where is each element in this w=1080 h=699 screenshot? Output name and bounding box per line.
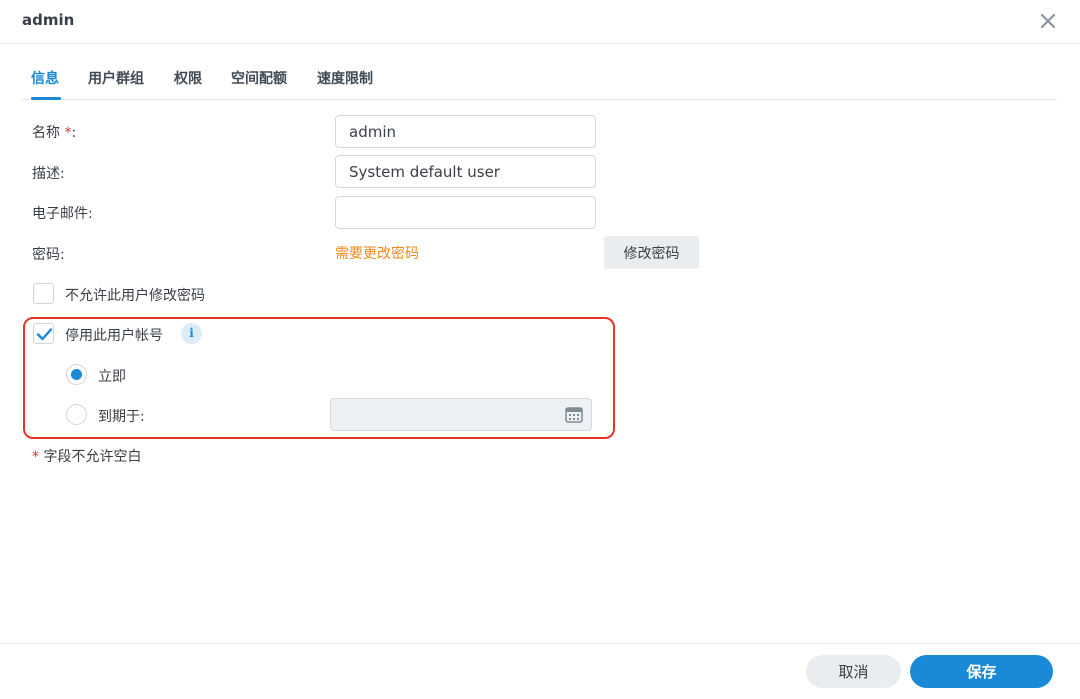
name-label: 名称 *:	[32, 125, 77, 141]
checkmark-icon	[36, 328, 53, 341]
change-password-button[interactable]: 修改密码	[604, 236, 699, 269]
close-icon[interactable]	[1036, 9, 1060, 33]
tab-quota[interactable]: 空间配额	[231, 68, 287, 88]
save-button[interactable]: 保存	[910, 655, 1053, 688]
tab-info[interactable]: 信息	[31, 68, 59, 88]
email-input[interactable]	[335, 196, 596, 229]
disallow-password-change-checkbox[interactable]	[33, 283, 54, 304]
window-title: admin	[22, 11, 75, 29]
email-label: 电子邮件:	[32, 206, 93, 222]
radio-immediately-label: 立即	[98, 369, 126, 385]
description-input[interactable]	[335, 155, 596, 188]
radio-expire-on[interactable]	[66, 404, 87, 425]
expiry-date-input[interactable]	[330, 398, 592, 431]
radio-immediately[interactable]	[66, 364, 87, 385]
tab-permissions[interactable]: 权限	[174, 68, 202, 88]
disable-account-checkbox[interactable]	[33, 323, 54, 344]
password-change-required-link[interactable]: 需要更改密码	[335, 243, 419, 263]
cancel-button[interactable]: 取消	[806, 655, 901, 688]
radio-expire-on-label: 到期于:	[98, 409, 145, 425]
calendar-icon[interactable]	[565, 406, 583, 424]
tab-user-groups[interactable]: 用户群组	[88, 68, 144, 88]
active-tab-indicator	[31, 97, 61, 100]
info-icon[interactable]: i	[181, 323, 202, 344]
description-label: 描述:	[32, 166, 65, 182]
tab-speed-limit[interactable]: 速度限制	[317, 68, 373, 88]
password-label: 密码:	[32, 247, 65, 263]
disable-account-label: 停用此用户帐号	[65, 328, 163, 344]
name-input[interactable]	[335, 115, 596, 148]
disallow-password-change-label: 不允许此用户修改密码	[65, 288, 205, 304]
required-footnote: * 字段不允许空白	[32, 449, 142, 465]
title-bar: admin	[0, 0, 1080, 44]
tab-bar: 信息 用户群组 权限 空间配额 速度限制	[22, 58, 1057, 100]
